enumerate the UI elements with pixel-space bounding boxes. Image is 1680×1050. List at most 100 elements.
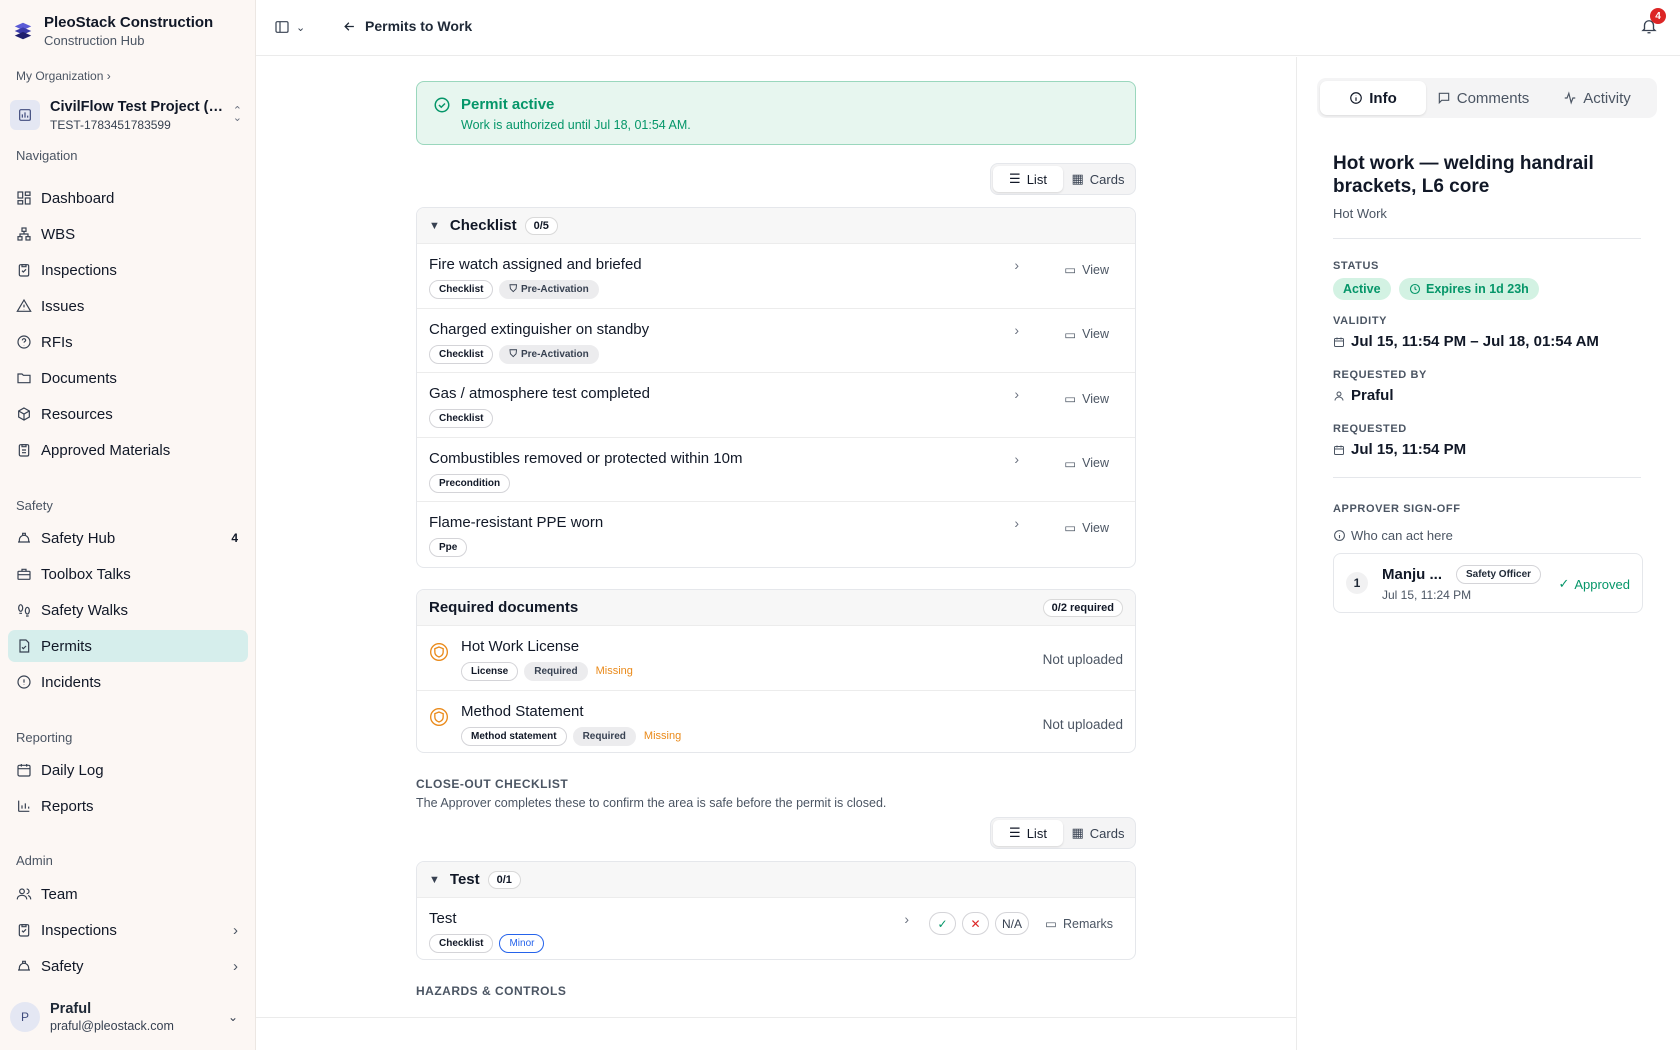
checklist-view-toggle: ☰ List ▦ Cards bbox=[990, 163, 1136, 195]
checklist-row[interactable]: Charged extinguisher on standby Checklis… bbox=[417, 309, 1135, 373]
sidebar-item-issues[interactable]: Issues bbox=[8, 290, 248, 322]
sidebar-item-daily-log[interactable]: Daily Log bbox=[8, 754, 248, 786]
calendar-icon bbox=[1334, 445, 1344, 455]
upload-status: Not uploaded bbox=[1042, 652, 1123, 667]
list-view-button[interactable]: ☰ List bbox=[993, 820, 1063, 846]
sidebar-panel-icon bbox=[275, 21, 289, 33]
na-button[interactable]: N/A bbox=[994, 912, 1029, 935]
view-button[interactable]: ▭ View bbox=[1064, 391, 1109, 407]
chevron-right-icon[interactable]: › bbox=[1014, 451, 1019, 467]
who-can-act-link[interactable]: Who can act here bbox=[1333, 528, 1453, 543]
alert-description: Work is authorized until Jul 18, 01:54 A… bbox=[461, 118, 691, 132]
permit-detail-panel: Info Comments Activity Hot work — weldin… bbox=[1296, 57, 1680, 1050]
sidebar-item-inspections[interactable]: Inspections bbox=[8, 254, 248, 286]
pre-activation-tag: ⛉ Pre-Activation bbox=[499, 280, 599, 299]
organization-breadcrumb[interactable]: My Organization › bbox=[16, 69, 111, 83]
documents-title: Required documents bbox=[429, 599, 579, 616]
remarks-label: Remarks bbox=[1062, 916, 1113, 931]
shield-warning-icon bbox=[430, 707, 448, 726]
tab-info-label: Info bbox=[1369, 89, 1397, 107]
sidebar-item-admin-inspections[interactable]: Inspections › bbox=[8, 914, 248, 946]
approver-role-badge: Safety Officer bbox=[1456, 565, 1542, 584]
sidebar-item-resources[interactable]: Resources bbox=[8, 398, 248, 430]
sidebar: PleoStack Construction Construction Hub … bbox=[0, 0, 256, 1050]
sidebar-item-safety-walks[interactable]: Safety Walks bbox=[8, 594, 248, 626]
closeout-row[interactable]: Test Checklist Minor › ✓ ✕ N/A ▭ Remarks bbox=[417, 898, 1135, 959]
view-button[interactable]: ▭ View bbox=[1064, 262, 1109, 278]
chevron-right-icon[interactable]: › bbox=[1014, 322, 1019, 338]
project-switcher[interactable]: CivilFlow Test Project (U... TEST-178345… bbox=[8, 92, 248, 138]
chevron-right-icon[interactable]: › bbox=[904, 911, 909, 927]
cards-view-button[interactable]: ▦ Cards bbox=[1063, 820, 1133, 846]
view-button[interactable]: ▭ View bbox=[1064, 520, 1109, 536]
list-icon: ☰ bbox=[1009, 171, 1021, 186]
fail-button[interactable]: ✕ bbox=[961, 912, 989, 935]
comment-icon: ▭ bbox=[1064, 327, 1077, 342]
sidebar-item-dashboard[interactable]: Dashboard bbox=[8, 182, 248, 214]
safety-hub-count-badge: 4 bbox=[231, 531, 238, 545]
view-button[interactable]: ▭ View bbox=[1064, 327, 1109, 342]
warning-triangle-icon bbox=[16, 298, 32, 312]
closeout-group-header[interactable]: ▼ Test 0/1 bbox=[417, 862, 1135, 898]
checklist-row[interactable]: Flame-resistant PPE worn Ppe › ▭ View bbox=[417, 502, 1135, 567]
checklist-item-title: Charged extinguisher on standby bbox=[429, 320, 650, 338]
checklist-item-title: Fire watch assigned and briefed bbox=[429, 256, 642, 273]
chevron-right-icon[interactable]: › bbox=[1014, 515, 1019, 531]
cards-view-label: Cards bbox=[1089, 171, 1125, 187]
sidebar-item-label: Inspections bbox=[41, 921, 117, 939]
brand[interactable]: PleoStack Construction Construction Hub bbox=[12, 14, 213, 48]
tab-info[interactable]: Info bbox=[1320, 81, 1426, 115]
list-view-label: List bbox=[1026, 825, 1047, 841]
document-row[interactable]: Hot Work License License Required Missin… bbox=[417, 626, 1135, 691]
brand-logo-icon bbox=[14, 22, 32, 40]
calendar-clock-icon bbox=[1334, 337, 1344, 347]
chevron-right-icon[interactable]: › bbox=[1014, 257, 1019, 273]
sidebar-item-reports[interactable]: Reports bbox=[8, 790, 248, 822]
sidebar-item-admin-safety[interactable]: Safety › bbox=[8, 950, 248, 982]
tab-comments[interactable]: Comments bbox=[1426, 81, 1540, 115]
pass-button[interactable]: ✓ bbox=[928, 912, 956, 935]
sidebar-item-label: WBS bbox=[41, 225, 76, 243]
sidebar-item-label: Toolbox Talks bbox=[41, 565, 131, 583]
checklist-row[interactable]: Gas / atmosphere test completed Checklis… bbox=[417, 373, 1135, 438]
sidebar-toggle-button[interactable]: ⌄ bbox=[274, 19, 305, 35]
checklist-row[interactable]: Fire watch assigned and briefed Checklis… bbox=[417, 244, 1135, 309]
sidebar-item-label: Team bbox=[41, 885, 78, 903]
sidebar-item-label: Safety Hub bbox=[41, 529, 116, 547]
required-tag: Required bbox=[524, 662, 588, 681]
chevron-right-icon: › bbox=[233, 957, 238, 975]
user-menu[interactable]: P Praful praful@pleostack.com ⌄ bbox=[8, 994, 248, 1040]
sidebar-item-label: Daily Log bbox=[41, 761, 104, 779]
checklist-header[interactable]: ▼ Checklist 0/5 bbox=[417, 208, 1135, 244]
comment-icon: ▭ bbox=[1064, 392, 1077, 406]
sidebar-item-documents[interactable]: Documents bbox=[8, 362, 248, 394]
sidebar-item-rfis[interactable]: RFIs bbox=[8, 326, 248, 358]
notifications-button[interactable]: 4 bbox=[1640, 8, 1666, 38]
activity-icon bbox=[1564, 91, 1576, 105]
severity-tag: Minor bbox=[499, 934, 545, 953]
shield-warning-icon bbox=[430, 643, 448, 661]
item-type-tag: Checklist bbox=[429, 934, 494, 953]
sidebar-item-approved-materials[interactable]: Approved Materials bbox=[8, 434, 248, 466]
sidebar-item-toolbox-talks[interactable]: Toolbox Talks bbox=[8, 558, 248, 590]
list-view-button[interactable]: ☰ List bbox=[993, 166, 1063, 192]
tab-activity[interactable]: Activity bbox=[1540, 81, 1654, 115]
sidebar-item-safety-hub[interactable]: Safety Hub 4 bbox=[8, 522, 248, 554]
back-to-permits-link[interactable]: Permits to Work bbox=[342, 18, 472, 34]
cards-view-button[interactable]: ▦ Cards bbox=[1063, 166, 1133, 192]
info-icon bbox=[1334, 530, 1345, 541]
item-type-tag: Checklist bbox=[429, 344, 494, 364]
package-icon bbox=[18, 407, 30, 421]
sidebar-item-permits[interactable]: Permits bbox=[8, 630, 248, 662]
sidebar-item-incidents[interactable]: Incidents bbox=[8, 666, 248, 698]
checklist-row[interactable]: Combustibles removed or protected within… bbox=[417, 438, 1135, 502]
sidebar-item-team[interactable]: Team bbox=[8, 878, 248, 910]
cards-view-label: Cards bbox=[1089, 825, 1125, 841]
sidebar-item-wbs[interactable]: WBS bbox=[8, 218, 248, 250]
remarks-button[interactable]: ▭ Remarks bbox=[1045, 916, 1113, 932]
alert-circle-icon bbox=[17, 675, 31, 689]
chevron-right-icon[interactable]: › bbox=[1014, 386, 1019, 402]
closeout-section-label: CLOSE-OUT CHECKLIST bbox=[416, 777, 569, 791]
view-button[interactable]: ▭ View bbox=[1064, 456, 1109, 471]
document-row[interactable]: Method Statement Method statement Requir… bbox=[417, 691, 1135, 753]
